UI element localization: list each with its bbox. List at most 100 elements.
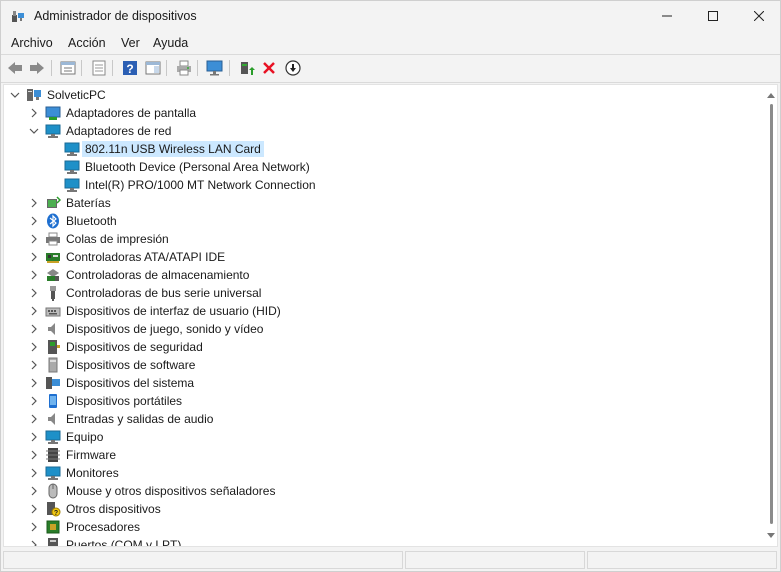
chevron-right-icon[interactable] bbox=[29, 414, 39, 424]
chevron-right-icon[interactable] bbox=[29, 198, 39, 208]
processor-icon bbox=[45, 519, 61, 535]
chevron-right-icon[interactable] bbox=[29, 306, 39, 316]
tree-category[interactable]: Entradas y salidas de audio bbox=[4, 410, 764, 428]
chevron-right-icon[interactable] bbox=[29, 108, 39, 118]
close-button[interactable] bbox=[736, 1, 781, 31]
tree-category[interactable]: Controladoras ATA/ATAPI IDE bbox=[4, 248, 764, 266]
menu-ver[interactable]: Ver bbox=[121, 36, 140, 50]
tree-category-label: Firmware bbox=[66, 448, 116, 462]
device-tree: SolveticPC Adaptadores de pantalla Adapt… bbox=[3, 84, 778, 547]
chevron-right-icon[interactable] bbox=[29, 288, 39, 298]
tree-category[interactable]: Dispositivos del sistema bbox=[4, 374, 764, 392]
vertical-scrollbar[interactable] bbox=[763, 85, 777, 546]
chevron-right-icon[interactable] bbox=[29, 378, 39, 388]
uninstall-button[interactable] bbox=[259, 58, 279, 78]
port-icon bbox=[45, 537, 61, 546]
tree-category[interactable]: ? Otros dispositivos bbox=[4, 500, 764, 518]
uninstall-icon bbox=[263, 62, 275, 74]
tree-category[interactable]: Controladoras de almacenamiento bbox=[4, 266, 764, 284]
disable-icon bbox=[285, 60, 301, 76]
chevron-right-icon[interactable] bbox=[29, 486, 39, 496]
tree-category-label: Otros dispositivos bbox=[66, 502, 161, 516]
tree-category[interactable]: Baterías bbox=[4, 194, 764, 212]
tree-category[interactable]: Controladoras de bus serie universal bbox=[4, 284, 764, 302]
chevron-right-icon[interactable] bbox=[29, 540, 39, 546]
computer-icon bbox=[26, 87, 42, 103]
chevron-right-icon[interactable] bbox=[29, 324, 39, 334]
tree-category[interactable]: Colas de impresión bbox=[4, 230, 764, 248]
tree-root[interactable]: SolveticPC bbox=[4, 86, 764, 104]
scrollbar-thumb[interactable] bbox=[770, 104, 773, 524]
menu-archivo[interactable]: Archivo bbox=[11, 36, 53, 50]
forward-button[interactable] bbox=[27, 58, 47, 78]
tree-category[interactable]: Procesadores bbox=[4, 518, 764, 536]
svg-text:?: ? bbox=[54, 510, 58, 517]
chevron-down-icon[interactable] bbox=[29, 126, 39, 136]
scan-hardware-button[interactable] bbox=[205, 58, 225, 78]
chevron-down-icon[interactable] bbox=[10, 90, 20, 100]
network-adapter-icon bbox=[45, 123, 61, 139]
toolbar-divider bbox=[81, 60, 82, 76]
chevron-right-icon[interactable] bbox=[29, 522, 39, 532]
tree-category[interactable]: Equipo bbox=[4, 428, 764, 446]
minimize-button[interactable] bbox=[644, 1, 690, 31]
chevron-right-icon[interactable] bbox=[29, 468, 39, 478]
tree-category-label: Dispositivos de software bbox=[66, 358, 196, 372]
firmware-icon bbox=[45, 447, 61, 463]
tree-device[interactable]: Intel(R) PRO/1000 MT Network Connection bbox=[4, 176, 764, 194]
tree-category-label: Monitores bbox=[66, 466, 119, 480]
update-driver-button[interactable] bbox=[237, 58, 257, 78]
menu-accion[interactable]: Acción bbox=[68, 36, 106, 50]
toolbar-divider bbox=[166, 60, 167, 76]
title-bar: Administrador de dispositivos bbox=[1, 1, 780, 33]
tree-category[interactable]: Monitores bbox=[4, 464, 764, 482]
tree-category[interactable]: Dispositivos de software bbox=[4, 356, 764, 374]
tree-category[interactable]: Mouse y otros dispositivos señaladores bbox=[4, 482, 764, 500]
print-button[interactable] bbox=[174, 58, 194, 78]
tree-category-label: Dispositivos de seguridad bbox=[66, 340, 203, 354]
chevron-right-icon[interactable] bbox=[29, 270, 39, 280]
tree-category[interactable]: Dispositivos de interfaz de usuario (HID… bbox=[4, 302, 764, 320]
chevron-right-icon[interactable] bbox=[29, 234, 39, 244]
tree-category[interactable]: Dispositivos de seguridad bbox=[4, 338, 764, 356]
tree-device[interactable]: Bluetooth Device (Personal Area Network) bbox=[4, 158, 764, 176]
tree-category[interactable]: Firmware bbox=[4, 446, 764, 464]
chevron-right-icon[interactable] bbox=[29, 342, 39, 352]
toolbar: ? bbox=[1, 55, 780, 81]
status-segment bbox=[405, 551, 585, 569]
back-button[interactable] bbox=[5, 58, 25, 78]
help-button[interactable]: ? bbox=[120, 58, 140, 78]
chevron-right-icon[interactable] bbox=[29, 360, 39, 370]
status-bar bbox=[1, 549, 780, 571]
chevron-right-icon[interactable] bbox=[29, 504, 39, 514]
storage-controller-icon bbox=[45, 267, 61, 283]
chevron-right-icon[interactable] bbox=[29, 432, 39, 442]
chevron-right-icon[interactable] bbox=[29, 252, 39, 262]
computer-icon bbox=[45, 429, 61, 445]
tree-category[interactable]: Adaptadores de pantalla bbox=[4, 104, 764, 122]
maximize-button[interactable] bbox=[690, 1, 736, 31]
show-hidden-button[interactable] bbox=[89, 58, 109, 78]
disable-device-button[interactable] bbox=[283, 58, 303, 78]
chevron-right-icon[interactable] bbox=[29, 216, 39, 226]
status-segment bbox=[3, 551, 403, 569]
tree-device-label-selected: 802.11n USB Wireless LAN Card bbox=[82, 141, 264, 157]
tree-category[interactable]: Adaptadores de red bbox=[4, 122, 764, 140]
chevron-right-icon[interactable] bbox=[29, 396, 39, 406]
scroll-down-icon[interactable] bbox=[767, 532, 775, 540]
properties-list-button[interactable] bbox=[58, 58, 78, 78]
menu-ayuda[interactable]: Ayuda bbox=[153, 36, 188, 50]
tree-category[interactable]: Dispositivos portátiles bbox=[4, 392, 764, 410]
chevron-right-icon[interactable] bbox=[29, 450, 39, 460]
tree-category-label: Adaptadores de red bbox=[66, 124, 172, 138]
action-pane-button[interactable] bbox=[143, 58, 163, 78]
mouse-icon bbox=[45, 483, 61, 499]
scroll-up-icon[interactable] bbox=[767, 91, 775, 99]
tree-category[interactable]: Bluetooth bbox=[4, 212, 764, 230]
tree-category[interactable]: Puertos (COM y LPT) bbox=[4, 536, 764, 546]
tree-device[interactable]: 802.11n USB Wireless LAN Card bbox=[4, 140, 764, 158]
tree-root-label: SolveticPC bbox=[47, 88, 106, 102]
tree-category[interactable]: Dispositivos de juego, sonido y vídeo bbox=[4, 320, 764, 338]
show-hidden-icon bbox=[92, 60, 106, 76]
speaker-icon bbox=[45, 321, 61, 337]
